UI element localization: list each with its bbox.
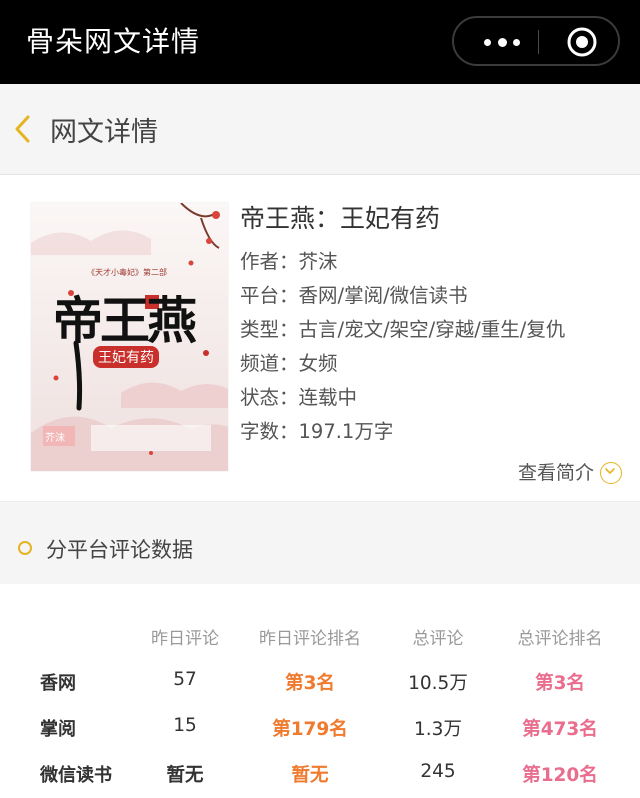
word-count-label: 字数：: [240, 420, 299, 443]
platform-label: 平台：: [240, 284, 299, 307]
table-cell: 暂无: [291, 765, 329, 786]
ring-bullet-icon: [18, 541, 32, 555]
top-bar: 骨朵网文详情: [0, 0, 640, 84]
cover-series-text: 《天才小毒妃》第二部: [87, 268, 167, 277]
table-cell: 第473名: [522, 719, 598, 740]
genre-value: 古言/宠文/架空/穿越/重生/复仇: [298, 318, 566, 341]
column-header: 总评论排名: [517, 629, 603, 649]
table-cell: 第3名: [535, 673, 585, 694]
platform-row: 平台：香网/掌阅/微信读书: [240, 279, 565, 313]
page-header: 网文详情: [0, 84, 640, 175]
table-row-platform: 微信读书: [40, 765, 112, 786]
table-row-platform: 香网: [40, 673, 76, 694]
cover-subtitle: 王妃有药: [93, 346, 159, 368]
cover-big-title: 帝王燕: [53, 291, 197, 350]
channel-label: 频道：: [240, 352, 299, 375]
target-icon[interactable]: [566, 26, 598, 58]
genre-label: 类型：: [240, 318, 299, 341]
view-intro-label: 查看简介: [517, 462, 594, 484]
table-row-platform: 掌阅: [40, 719, 76, 740]
status-label: 状态：: [240, 386, 299, 409]
word-count-value: 197.1万字: [298, 420, 394, 443]
channel-row: 频道：女频: [240, 347, 565, 381]
word-count-row: 字数：197.1万字: [240, 415, 565, 449]
author-value: 芥沫: [298, 250, 338, 273]
column-header: 总评论: [412, 629, 464, 649]
table-cell: 第3名: [285, 673, 335, 694]
book-cover-image: 《天才小毒妃》第二部 帝王燕 王妃有药 芥沫: [31, 203, 228, 471]
book-info-card: 《天才小毒妃》第二部 帝王燕 王妃有药 芥沫 帝王燕：王妃有药 作者：芥沫 平台…: [0, 175, 640, 502]
channel-value: 女频: [298, 352, 338, 375]
section-title: 分平台评论数据: [46, 538, 193, 562]
table-cell: 第120名: [522, 765, 598, 786]
app-title: 骨朵网文详情: [26, 25, 201, 58]
mini-program-capsule[interactable]: [452, 16, 620, 66]
platform-value: 香网/掌阅/微信读书: [298, 284, 468, 307]
view-intro-button[interactable]: 查看简介: [518, 458, 622, 485]
section-header: 分平台评论数据: [0, 516, 640, 582]
chevron-down-icon: [600, 461, 622, 484]
table-cell: 15: [173, 715, 197, 736]
table-cell: 1.3万: [414, 719, 462, 740]
author-label: 作者：: [240, 250, 299, 273]
more-dots-icon[interactable]: [482, 31, 522, 53]
table-cell: 57: [173, 669, 197, 690]
author-row: 作者：芥沫: [240, 245, 565, 279]
column-header: 昨日评论排名: [259, 629, 361, 649]
page-title: 网文详情: [50, 117, 158, 148]
cover-author-tag: 芥沫: [45, 433, 65, 444]
table-cell: 245: [420, 761, 456, 782]
chevron-left-icon[interactable]: [12, 112, 34, 146]
capsule-divider: [538, 30, 539, 54]
status-value: 连载中: [298, 386, 358, 409]
genre-row: 类型：古言/宠文/架空/穿越/重生/复仇: [240, 313, 565, 347]
platform-comment-table: 昨日评论 昨日评论排名 总评论 总评论排名 香网 57 第3名 10.5万 第3…: [0, 584, 640, 798]
table-cell: 第179名: [272, 719, 348, 740]
book-title: 帝王燕：王妃有药: [240, 204, 441, 233]
book-details: 帝王燕：王妃有药 作者：芥沫 平台：香网/掌阅/微信读书 类型：古言/宠文/架空…: [240, 199, 565, 449]
status-row: 状态：连载中: [240, 381, 565, 415]
table-cell: 10.5万: [408, 673, 468, 694]
column-header: 昨日评论: [151, 629, 219, 649]
table-cell: 暂无: [166, 765, 204, 786]
